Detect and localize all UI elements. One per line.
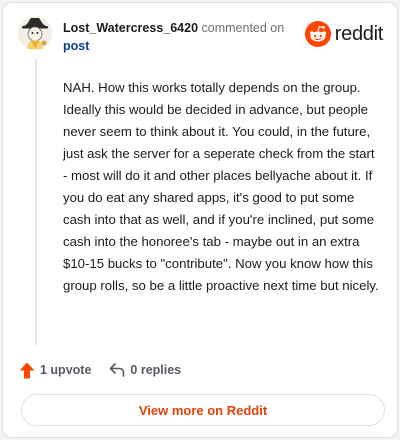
username-link[interactable]: Lost_Watercress_6420 — [63, 21, 198, 35]
user-avatar[interactable] — [17, 15, 53, 51]
reddit-snoo-icon — [304, 21, 331, 47]
replies-button[interactable]: 0 replies — [109, 363, 181, 377]
upvote-button[interactable]: 1 upvote — [19, 362, 91, 379]
reddit-wordmark: reddit — [334, 22, 384, 45]
action-text: commented on — [201, 21, 285, 35]
reddit-logo[interactable]: reddit — [304, 21, 384, 47]
comment-actions: 1 upvote 0 replies — [19, 361, 181, 379]
upvote-arrow-icon — [19, 362, 35, 378]
view-more-button[interactable]: View more on Reddit — [21, 394, 385, 426]
thread-line — [35, 59, 37, 345]
embedded-comment-card: Lost_Watercress_6420 commented on post r… — [2, 2, 398, 438]
post-link[interactable]: post — [63, 37, 303, 55]
comment-header: Lost_Watercress_6420 commented on post — [63, 19, 303, 55]
reply-count: 0 replies — [130, 363, 182, 377]
reply-arrow-icon — [110, 363, 125, 377]
comment-body: NAH. How this works totally depends on t… — [63, 80, 379, 293]
avatar-illustration-icon — [18, 16, 52, 50]
upvote-count: 1 upvote — [40, 363, 92, 377]
